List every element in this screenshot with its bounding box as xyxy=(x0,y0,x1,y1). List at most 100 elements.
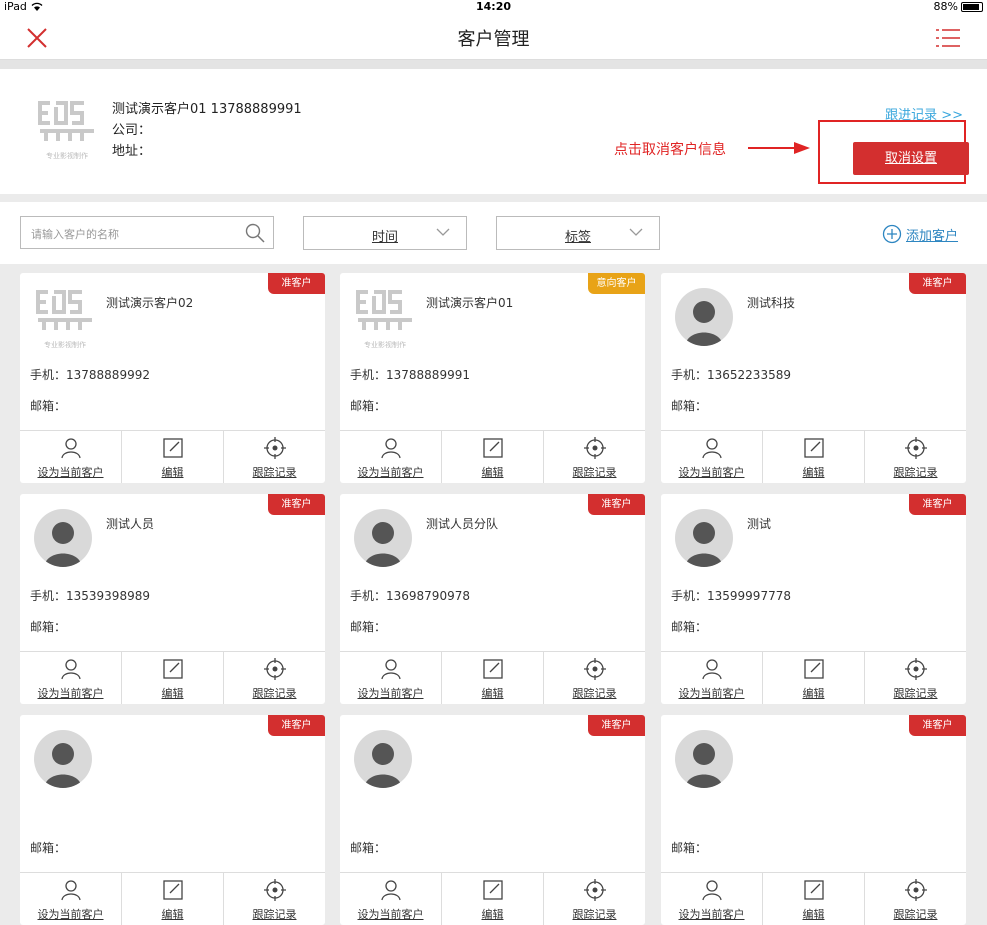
track-record-button[interactable]: 跟踪记录 xyxy=(544,873,645,925)
customer-card[interactable]: 准客户 邮箱： 设为当前客户 编辑 跟踪记录 xyxy=(340,715,645,925)
edit-button[interactable]: 编辑 xyxy=(442,873,544,925)
set-current-customer-button[interactable]: 设为当前客户 xyxy=(340,652,442,704)
customer-card[interactable]: 准客户 邮箱： 设为当前客户 编辑 跟踪记录 xyxy=(661,715,966,925)
customer-card[interactable]: 准客户 测试人员 手机：13539398989 邮箱： 设为当前客户 编辑 跟踪记录 xyxy=(20,494,325,704)
time-dropdown[interactable]: 时间 xyxy=(303,216,467,250)
customer-email: 邮箱： xyxy=(30,399,67,413)
track-record-button[interactable]: 跟踪记录 xyxy=(224,873,325,925)
customer-phone: 手机：13788889991 xyxy=(350,368,470,382)
avatar xyxy=(675,730,733,788)
set-current-customer-button[interactable]: 设为当前客户 xyxy=(340,873,442,925)
track-record-button[interactable]: 跟踪记录 xyxy=(865,873,966,925)
customer-name: 测试演示客户02 xyxy=(106,296,194,310)
search-icon[interactable] xyxy=(245,223,265,243)
search-input[interactable]: 请输入客户的名称 xyxy=(20,216,274,249)
edit-button[interactable]: 编辑 xyxy=(763,431,865,483)
edit-icon xyxy=(482,880,503,900)
status-bar: iPad 14:20 88% xyxy=(0,0,987,15)
track-record-button-label: 跟踪记录 xyxy=(572,687,617,700)
card-actions: 设为当前客户 编辑 跟踪记录 xyxy=(661,872,966,925)
edit-button-label: 编辑 xyxy=(161,466,184,479)
customer-status-badge: 准客户 xyxy=(268,273,325,294)
avatar xyxy=(354,730,412,788)
set-current-customer-button[interactable]: 设为当前客户 xyxy=(20,652,122,704)
list-menu-icon[interactable] xyxy=(935,25,961,51)
avatar xyxy=(354,509,412,567)
page-title: 客户管理 xyxy=(457,29,530,50)
track-record-button-label: 跟踪记录 xyxy=(572,908,617,921)
tag-dropdown[interactable]: 标签 xyxy=(496,216,660,250)
customer-name: 测试 xyxy=(747,517,772,531)
customer-phone: 手机：13539398989 xyxy=(30,589,150,603)
logo-subtext: 专业影视制作 xyxy=(364,341,406,349)
divider xyxy=(0,60,987,69)
person-avatar-icon xyxy=(364,743,402,788)
target-icon xyxy=(904,658,927,680)
track-record-button[interactable]: 跟踪记录 xyxy=(544,652,645,704)
add-customer-button[interactable]: 添加客户 xyxy=(882,224,958,244)
card-actions: 设为当前客户 编辑 跟踪记录 xyxy=(340,430,645,483)
address-label: 地址： xyxy=(112,144,152,159)
customer-phone: 手机：13788889992 xyxy=(30,368,150,382)
target-icon xyxy=(583,658,606,680)
track-record-button[interactable]: 跟踪记录 xyxy=(544,431,645,483)
track-record-button[interactable]: 跟踪记录 xyxy=(865,652,966,704)
set-current-customer-button[interactable]: 设为当前客户 xyxy=(340,431,442,483)
customer-email: 邮箱： xyxy=(350,399,387,413)
person-avatar-icon xyxy=(364,522,402,567)
customer-status-badge: 准客户 xyxy=(909,715,966,736)
set-current-customer-button[interactable]: 设为当前客户 xyxy=(20,431,122,483)
customer-name-phone: 测试演示客户01 13788889991 xyxy=(112,102,302,117)
edit-icon xyxy=(162,659,183,679)
edit-button-label: 编辑 xyxy=(481,687,504,700)
track-record-button-label: 跟踪记录 xyxy=(252,466,297,479)
person-icon xyxy=(380,438,401,459)
person-avatar-icon xyxy=(685,743,723,788)
set-current-customer-button[interactable]: 设为当前客户 xyxy=(661,652,763,704)
set-current-customer-button-label: 设为当前客户 xyxy=(678,466,745,479)
target-icon xyxy=(904,879,927,901)
customer-status-badge: 准客户 xyxy=(588,715,645,736)
avatar xyxy=(675,288,733,346)
customer-logo: 专业影视制作 xyxy=(34,288,96,349)
edit-button[interactable]: 编辑 xyxy=(122,873,224,925)
customer-card[interactable]: 准客户 邮箱： 设为当前客户 编辑 跟踪记录 xyxy=(20,715,325,925)
set-current-customer-button[interactable]: 设为当前客户 xyxy=(661,431,763,483)
target-icon xyxy=(263,658,286,680)
set-current-customer-button-label: 设为当前客户 xyxy=(357,466,424,479)
customer-logo: 专业影视制作 xyxy=(354,288,416,349)
customer-card[interactable]: 准客户 测试 手机：13599997778 邮箱： 设为当前客户 编辑 跟踪记录 xyxy=(661,494,966,704)
track-record-button[interactable]: 跟踪记录 xyxy=(224,431,325,483)
track-record-button-label: 跟踪记录 xyxy=(893,687,938,700)
customer-card[interactable]: 准客户 测试人员分队 手机：13698790978 邮箱： 设为当前客户 编辑 跟踪记录 xyxy=(340,494,645,704)
edit-button[interactable]: 编辑 xyxy=(442,431,544,483)
edit-icon xyxy=(803,880,824,900)
customer-card[interactable]: 意向客户 专业影视制作 测试演示客户01 手机：13788889991 邮箱： 设为当前客… xyxy=(340,273,645,483)
person-icon xyxy=(60,880,81,901)
customer-email: 邮箱： xyxy=(30,841,67,855)
track-record-button-label: 跟踪记录 xyxy=(252,687,297,700)
edit-button[interactable]: 编辑 xyxy=(763,873,865,925)
edit-button[interactable]: 编辑 xyxy=(122,431,224,483)
cancel-setting-button[interactable]: 取消设置 xyxy=(853,142,969,175)
avatar xyxy=(675,509,733,567)
edit-button[interactable]: 编辑 xyxy=(122,652,224,704)
person-avatar-icon xyxy=(44,522,82,567)
customer-card[interactable]: 准客户专业影视制作 测试演示客户02 手机：13788889992 邮箱： 设为当前客户… xyxy=(20,273,325,483)
edit-button[interactable]: 编辑 xyxy=(442,652,544,704)
customer-email: 邮箱： xyxy=(30,620,67,634)
track-record-button[interactable]: 跟踪记录 xyxy=(865,431,966,483)
target-icon xyxy=(583,879,606,901)
customer-card[interactable]: 准客户 测试科技 手机：13652233589 邮箱： 设为当前客户 编辑 跟踪记录 xyxy=(661,273,966,483)
customer-status-badge: 准客户 xyxy=(588,494,645,515)
edit-button[interactable]: 编辑 xyxy=(763,652,865,704)
customer-status-badge: 准客户 xyxy=(268,494,325,515)
person-icon xyxy=(701,659,722,680)
set-current-customer-button[interactable]: 设为当前客户 xyxy=(661,873,763,925)
track-record-button[interactable]: 跟踪记录 xyxy=(224,652,325,704)
nav-bar: 客户管理 xyxy=(0,15,987,60)
customer-phone: 手机：13652233589 xyxy=(671,368,791,382)
set-current-customer-button[interactable]: 设为当前客户 xyxy=(20,873,122,925)
chevron-down-icon xyxy=(436,228,450,236)
annotation-arrow-icon xyxy=(748,142,810,154)
